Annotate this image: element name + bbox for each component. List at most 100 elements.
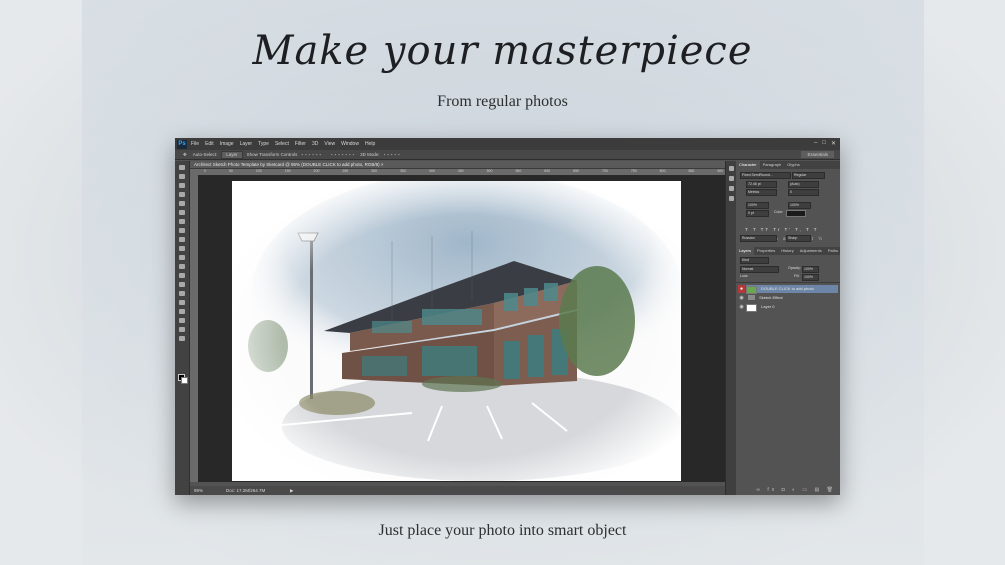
background-color-swatch[interactable]	[181, 377, 188, 384]
font-size-field[interactable]: 72.46 pt	[746, 181, 777, 188]
menu-layer[interactable]: Layer	[240, 141, 253, 147]
language-dropdown[interactable]: Russian	[740, 235, 777, 242]
move-tool-icon[interactable]: ✥	[183, 152, 187, 158]
tools-panel	[175, 161, 190, 495]
tab-character[interactable]: Character	[736, 161, 760, 169]
canvas-area[interactable]	[198, 175, 725, 482]
menu-image[interactable]: Image	[220, 141, 234, 147]
tab-paragraph[interactable]: Paragraph	[760, 161, 785, 169]
hand-tool-icon[interactable]	[179, 327, 185, 332]
distribute-icons[interactable]: ▪▪▪▪▪▪▪	[331, 152, 356, 157]
zoom-level[interactable]: 95%	[194, 488, 203, 493]
menu-edit[interactable]: Edit	[205, 141, 214, 147]
layers-footer-icons[interactable]: ∞ fx ◘ ◐ ▭ ▤ 🗑	[736, 487, 840, 493]
tab-adjustments[interactable]: Adjustments	[797, 247, 825, 255]
tracking-field[interactable]: 0	[788, 189, 819, 196]
layer-filter-kind[interactable]: Kind	[740, 257, 769, 264]
align-icons[interactable]: ▪▪▪▪▪▪	[301, 152, 323, 157]
blur-tool-icon[interactable]	[179, 273, 185, 278]
menu-help[interactable]: Help	[365, 141, 375, 147]
layer-row-smart-object[interactable]: ● DOUBLE CLICK to add photo	[738, 285, 838, 294]
history-panel-icon[interactable]	[729, 166, 734, 171]
font-style-dropdown[interactable]: Regular	[792, 172, 825, 179]
history-brush-tool-icon[interactable]	[179, 246, 185, 251]
menu-type[interactable]: Type	[258, 141, 269, 147]
maximize-button[interactable]: □	[822, 140, 826, 147]
headline: Make your masterpiece	[252, 28, 753, 74]
3d-mode-icons[interactable]: ▪▪▪▪▪	[384, 152, 402, 157]
tab-paths[interactable]: Paths	[825, 247, 840, 255]
close-button[interactable]: ✕	[831, 140, 836, 147]
antialias-dropdown[interactable]: Sharp	[786, 235, 811, 242]
menu-3d[interactable]: 3D	[312, 141, 318, 147]
menu-view[interactable]: View	[324, 141, 335, 147]
blend-mode-dropdown[interactable]: Normal	[740, 266, 779, 273]
menu-file[interactable]: File	[191, 141, 199, 147]
menu-bar: Ps File Edit Image Layer Type Select Fil…	[175, 138, 840, 150]
document-tab[interactable]: Architect Sketch Photo Template by Sketc…	[190, 161, 725, 169]
dodge-tool-icon[interactable]	[179, 282, 185, 287]
character-panel-icon[interactable]	[729, 186, 734, 191]
healing-tool-icon[interactable]	[179, 219, 185, 224]
layer-name: DOUBLE CLICK to add photo	[761, 286, 814, 291]
lock-label: Lock:	[740, 274, 749, 278]
tab-history[interactable]: History	[778, 247, 796, 255]
auto-select-dropdown[interactable]: Layer	[221, 150, 243, 159]
menu-window[interactable]: Window	[341, 141, 359, 147]
visibility-eye-icon[interactable]: ◉	[738, 294, 745, 302]
document-canvas[interactable]	[232, 181, 681, 481]
menu-filter[interactable]: Filter	[295, 141, 306, 147]
tab-layers[interactable]: Layers	[736, 247, 755, 255]
tab-glyphs[interactable]: Glyphs	[784, 161, 802, 169]
layer-thumbnail	[746, 304, 757, 312]
opacity-field[interactable]: 100%	[802, 266, 819, 273]
lasso-tool-icon[interactable]	[179, 183, 185, 188]
transform-controls-checkbox[interactable]: Show Transform Controls	[247, 152, 298, 157]
3d-mode-label: 3D Mode:	[360, 152, 380, 157]
visibility-eye-icon[interactable]: ◉	[738, 303, 745, 311]
zoom-tool-icon[interactable]	[179, 336, 185, 341]
vertical-scale-field[interactable]: 100%	[746, 202, 769, 209]
fill-label: Fill:	[794, 274, 800, 278]
color-label: Color:	[774, 210, 784, 214]
type-tool-icon[interactable]	[179, 300, 185, 305]
fill-field[interactable]: 100%	[802, 274, 819, 281]
vertical-ruler	[190, 169, 198, 482]
horizontal-scale-field[interactable]: 100%	[788, 202, 811, 209]
layer-row-layer-0[interactable]: ◉ Layer 0	[739, 303, 838, 312]
photoshop-window: Ps File Edit Image Layer Type Select Fil…	[175, 138, 840, 495]
move-tool-icon[interactable]	[179, 165, 185, 170]
marquee-tool-icon[interactable]	[179, 174, 185, 179]
properties-panel-icon[interactable]	[729, 176, 734, 181]
layer-row-sketch-effect[interactable]: ◉ Sketch Effect	[739, 294, 838, 302]
doc-size: Doc: 17.2M/264.7M	[226, 488, 266, 493]
menu-select[interactable]: Select	[275, 141, 289, 147]
shape-tool-icon[interactable]	[179, 318, 185, 323]
pen-tool-icon[interactable]	[179, 291, 185, 296]
eyedropper-tool-icon[interactable]	[179, 210, 185, 215]
kerning-field[interactable]: Metrics	[746, 189, 777, 196]
paragraph-panel-icon[interactable]	[729, 196, 734, 201]
leading-field[interactable]: (Auto)	[788, 181, 819, 188]
workspace-dropdown[interactable]: Essentials	[801, 151, 834, 158]
quick-select-tool-icon[interactable]	[179, 192, 185, 197]
caption: Just place your photo into smart object	[378, 522, 627, 539]
status-bar: 95% Doc: 17.2M/264.7M ▶	[190, 486, 725, 495]
stamp-tool-icon[interactable]	[179, 237, 185, 242]
font-family-dropdown[interactable]: Fixed SemiRound...	[740, 172, 791, 179]
opacity-label: Opacity:	[788, 266, 801, 270]
visibility-eye-icon[interactable]: ●	[738, 285, 745, 293]
brush-tool-icon[interactable]	[179, 228, 185, 233]
type-style-buttons[interactable]: T T TT Tr T' T, T T	[745, 227, 819, 232]
options-bar: ✥ Auto-Select: Layer Show Transform Cont…	[175, 150, 840, 160]
gradient-tool-icon[interactable]	[179, 264, 185, 269]
eraser-tool-icon[interactable]	[179, 255, 185, 260]
status-menu-arrow[interactable]: ▶	[290, 486, 293, 495]
text-color-swatch[interactable]	[786, 210, 806, 217]
edge-fade	[232, 181, 681, 481]
tab-properties[interactable]: Properties	[754, 247, 778, 255]
minimize-button[interactable]: –	[814, 140, 817, 147]
path-select-tool-icon[interactable]	[179, 309, 185, 314]
baseline-shift-field[interactable]: 0 pt	[746, 210, 769, 217]
crop-tool-icon[interactable]	[179, 201, 185, 206]
